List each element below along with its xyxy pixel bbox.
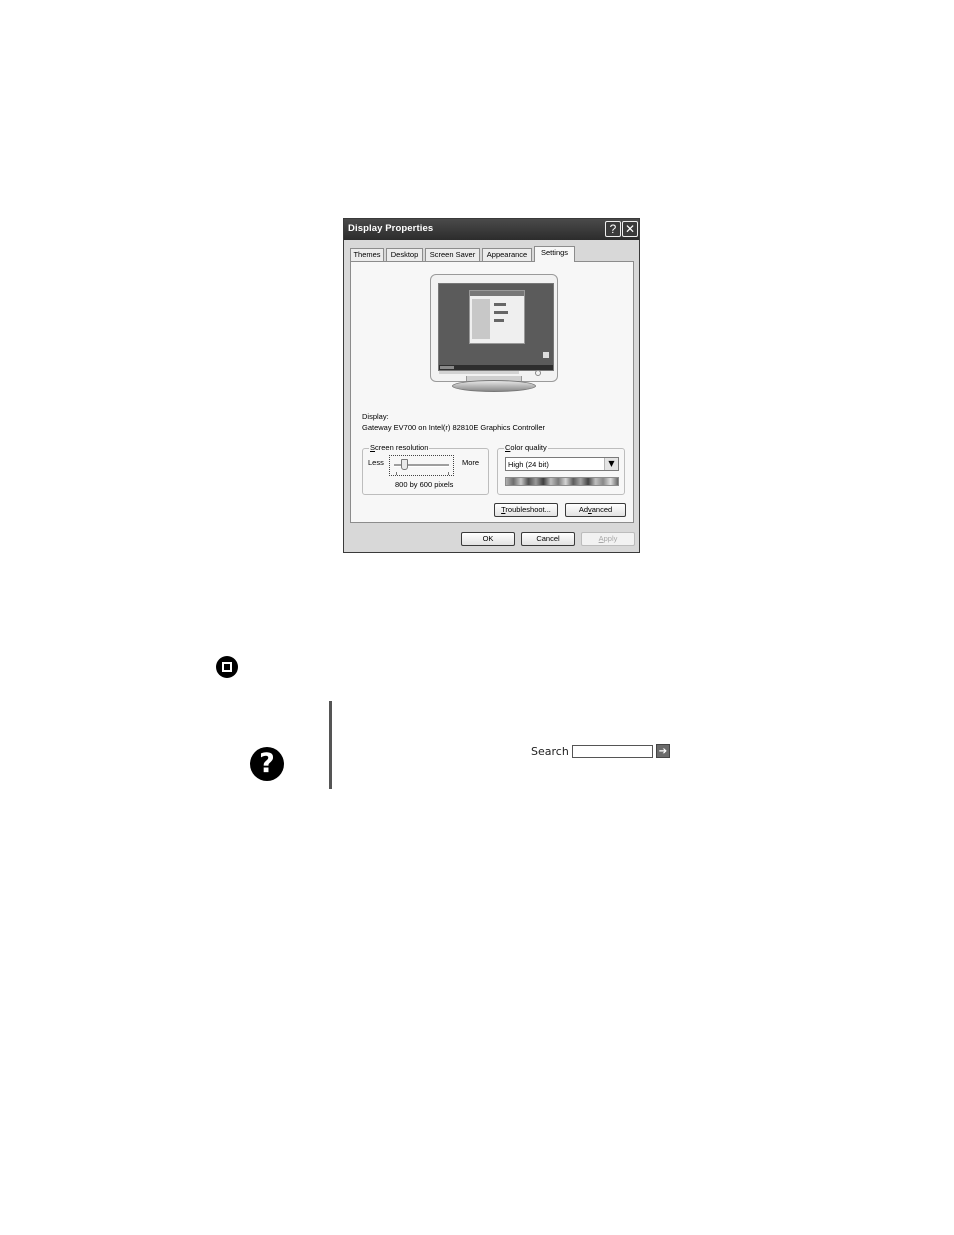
search-input[interactable] (572, 745, 653, 758)
monitor-bezel (430, 274, 558, 382)
resolution-slider[interactable] (389, 455, 454, 476)
tab-settings[interactable]: Settings (534, 246, 575, 262)
screen-resolution-legend: Screen resolution (369, 443, 430, 452)
monitor-screen (438, 283, 554, 371)
slider-tick (396, 472, 397, 475)
button-label-rest: pply (603, 534, 618, 543)
chevron-down-icon[interactable]: ▼ (604, 458, 618, 470)
preview-window-line (494, 319, 504, 322)
tab-themes[interactable]: Themes (350, 248, 384, 261)
tab-desktop[interactable]: Desktop (386, 248, 423, 261)
troubleshoot-button[interactable]: Troubleshoot... (494, 503, 558, 517)
close-icon: ✕ (624, 222, 636, 236)
legend-rest: olor quality (510, 443, 547, 452)
power-button-icon (535, 370, 541, 376)
display-label: Display: (362, 412, 389, 421)
tab-appearance[interactable]: Appearance (482, 248, 532, 261)
search-go-button[interactable]: ➔ (656, 744, 670, 758)
stop-icon (216, 656, 238, 678)
settings-panel: Display: Gateway EV700 on Intel(r) 82810… (350, 261, 634, 523)
preview-window-line (494, 311, 508, 314)
monitor-slot (439, 371, 519, 374)
apply-button[interactable]: Apply (581, 532, 635, 546)
slider-tick (448, 472, 449, 475)
title-bar[interactable]: Display Properties ? ✕ (344, 219, 639, 240)
button-label-rest: roubleshoot... (505, 505, 551, 514)
preview-window-line (494, 303, 506, 306)
preview-window-titlebar (470, 291, 524, 296)
screen-resolution-group: Screen resolution Less More 800 by 600 p… (362, 443, 489, 495)
legend-rest: creen resolution (375, 443, 429, 452)
preview-window-sidebar (472, 299, 490, 339)
sidebar-divider (329, 701, 332, 789)
ok-button[interactable]: OK (461, 532, 515, 546)
dialog-title: Display Properties (348, 223, 434, 234)
button-label-pre: Ad (578, 505, 588, 514)
color-quality-legend: Color quality (504, 443, 548, 452)
advanced-button[interactable]: Advanced (565, 503, 626, 517)
help-icon: ? (250, 747, 284, 781)
tab-screen-saver[interactable]: Screen Saver (425, 248, 480, 261)
more-label: More (462, 458, 480, 467)
arrow-right-icon: ➔ (658, 746, 668, 757)
help-icon: ? (609, 222, 617, 236)
preview-start-button (440, 366, 454, 369)
display-properties-dialog: Display Properties ? ✕ Themes Desktop Sc… (343, 218, 640, 553)
monitor-stand-base (452, 380, 536, 392)
color-quality-select[interactable]: High (24 bit) ▼ (505, 457, 619, 471)
display-value: Gateway EV700 on Intel(r) 82810E Graphic… (362, 423, 546, 432)
search-label: Search (531, 745, 569, 758)
close-button[interactable]: ✕ (622, 221, 638, 237)
cancel-button[interactable]: Cancel (521, 532, 575, 546)
button-label-post: anced (591, 505, 613, 514)
slider-thumb[interactable] (401, 459, 408, 470)
less-label: Less (368, 458, 384, 467)
resolution-value: 800 by 600 pixels (395, 480, 454, 489)
color-sample-bar (505, 477, 619, 486)
preview-window (469, 290, 525, 344)
color-quality-group: Color quality High (24 bit) ▼ (497, 443, 625, 495)
help-button[interactable]: ? (605, 221, 621, 237)
color-quality-value: High (24 bit) (508, 460, 549, 469)
monitor-preview (430, 274, 560, 392)
recycle-bin-icon (543, 352, 549, 358)
